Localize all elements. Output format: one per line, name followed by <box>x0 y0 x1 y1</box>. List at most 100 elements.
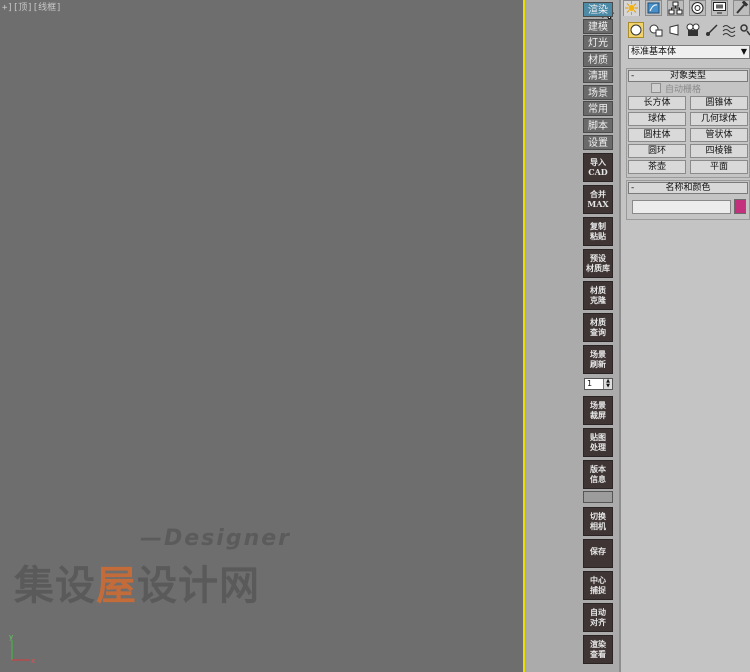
tab-create[interactable] <box>623 0 640 16</box>
object-button[interactable]: 四棱锥 <box>690 144 748 158</box>
menu-item[interactable]: 建模 <box>583 19 613 34</box>
tool-button[interactable]: 材质 查询 <box>583 313 613 342</box>
tool-label-1: 合并 <box>590 189 606 199</box>
tool-button[interactable]: 预设 材质库 <box>583 249 613 278</box>
tool-button[interactable]: 切换 相机 <box>583 507 613 536</box>
tool-label-1: 中心 <box>590 575 606 585</box>
object-button[interactable]: 球体 <box>628 112 686 126</box>
helpers-icon[interactable] <box>704 22 720 38</box>
tool-button[interactable]: 贴图 处理 <box>583 428 613 457</box>
object-button[interactable]: 长方体 <box>628 96 686 110</box>
modify-icon <box>647 2 660 14</box>
lights-icon[interactable] <box>667 22 683 38</box>
tool-label-2: MAX <box>587 199 609 209</box>
empty-slot[interactable] <box>583 491 613 503</box>
tool-label-1: 保存 <box>590 546 606 556</box>
object-button[interactable]: 几何球体 <box>690 112 748 126</box>
tool-button[interactable]: 材质 克隆 <box>583 281 613 310</box>
object-button[interactable]: 圆柱体 <box>628 128 686 142</box>
menu-item[interactable]: 渲染 <box>583 2 613 17</box>
tool-label-2: CAD <box>588 167 608 177</box>
value-spinner[interactable]: 1 ▲ ▼ <box>584 378 613 390</box>
tool-label-2: 查询 <box>590 327 606 337</box>
name-color-header[interactable]: - 名称和颜色 <box>628 182 748 194</box>
object-type-title: 对象类型 <box>669 71 706 81</box>
hierarchy-icon <box>668 1 683 15</box>
menu-item[interactable]: 清理 <box>583 68 613 83</box>
viewport[interactable]: +][顶][线框] —Designer 集设屋设计网 y x <box>0 0 523 672</box>
chevron-down-icon: ▼ <box>740 47 747 56</box>
tool-button[interactable]: 场景 刷新 <box>583 345 613 374</box>
tool-button[interactable]: 合并 MAX <box>583 185 613 214</box>
watermark-accent: 屋 <box>96 563 137 609</box>
tool-button[interactable]: 渲染 查看 <box>583 635 613 664</box>
object-button[interactable]: 管状体 <box>690 128 748 142</box>
category-icons <box>626 22 750 40</box>
object-color-swatch[interactable] <box>734 199 746 214</box>
watermark-text: 集设屋设计网 <box>14 553 260 611</box>
tool-button[interactable]: 复制 粘贴 <box>583 217 613 246</box>
object-name-input[interactable] <box>632 200 731 214</box>
tool-button[interactable]: 自动 对齐 <box>583 603 613 632</box>
object-button[interactable]: 茶壶 <box>628 160 686 174</box>
viewport-label[interactable]: +][顶][线框] <box>2 0 62 13</box>
menu-item[interactable]: 场景 <box>583 85 613 100</box>
tab-hierarchy[interactable] <box>667 0 684 16</box>
collapse-icon: - <box>631 71 635 81</box>
axis-y-label: y <box>9 633 13 641</box>
axis-x-label: x <box>31 657 35 665</box>
tool-label-1: 导入 <box>590 157 606 167</box>
tool-button[interactable]: 中心 捕捉 <box>583 571 613 600</box>
monitor-icon <box>713 2 726 14</box>
spinner-arrows-icon[interactable]: ▲ ▼ <box>603 379 612 389</box>
tab-modify[interactable] <box>645 0 662 16</box>
menu-item[interactable]: 灯光 <box>583 35 613 50</box>
systems-icon[interactable] <box>740 22 750 38</box>
menu-item[interactable]: 常用 <box>583 101 613 116</box>
object-button[interactable]: 平面 <box>690 160 748 174</box>
name-color-title: 名称和颜色 <box>665 183 711 193</box>
object-type-header[interactable]: - 对象类型 <box>628 70 748 82</box>
tool-button[interactable]: 版本 信息 <box>583 460 613 489</box>
tool-button[interactable]: 导入 CAD <box>583 153 613 182</box>
watermark-designer: —Designer <box>140 526 291 551</box>
auto-grid-checkbox[interactable]: 自动栅格 <box>651 83 701 96</box>
auto-grid-label: 自动栅格 <box>665 85 702 95</box>
tab-motion[interactable] <box>689 0 706 16</box>
menu-item[interactable]: 脚本 <box>583 118 613 133</box>
collapse-icon: - <box>631 183 635 193</box>
menu-item[interactable]: 材质 <box>583 52 613 67</box>
checkbox-icon <box>651 83 661 93</box>
menu-item[interactable]: 设置 <box>583 135 613 150</box>
sun-icon <box>625 1 638 15</box>
panel-tabs <box>621 0 750 17</box>
tool-label-1: 贴图 <box>590 432 606 442</box>
tool-label-2: 相机 <box>590 521 606 531</box>
tool-label-1: 预设 <box>590 253 606 263</box>
tab-utilities[interactable] <box>733 0 750 16</box>
tool-label-2: 信息 <box>590 474 606 484</box>
tool-label-2: 刷新 <box>590 359 606 369</box>
tool-label-1: 材质 <box>590 285 606 295</box>
tool-label-2: 查看 <box>590 649 606 659</box>
object-button[interactable]: 圆锥体 <box>690 96 748 110</box>
geometry-icon[interactable] <box>628 22 644 38</box>
spacewarps-icon[interactable] <box>722 22 738 38</box>
command-panel: 标准基本体 ▼ - 对象类型 自动栅格 - 名称和颜色 长方体 圆锥体 球体 几何球体… <box>621 0 750 672</box>
category-dropdown[interactable]: 标准基本体 ▼ <box>628 45 750 59</box>
shapes-icon[interactable] <box>648 22 664 38</box>
tool-label-1: 材质 <box>590 317 606 327</box>
tool-button[interactable]: 保存 <box>583 539 613 568</box>
hammer-icon <box>736 0 749 14</box>
axis-gizmo-icon: y x <box>9 633 35 665</box>
tool-label-1: 渲染 <box>590 639 606 649</box>
tool-label-1: 切换 <box>590 511 606 521</box>
object-button[interactable]: 圆环 <box>628 144 686 158</box>
camera-icon[interactable] <box>685 22 701 38</box>
tool-label-2: 捕捉 <box>590 585 606 595</box>
tool-label-1: 场景 <box>590 400 606 410</box>
tool-label-1: 复制 <box>590 221 606 231</box>
tool-button[interactable]: 场景 裁屏 <box>583 396 613 425</box>
tab-display[interactable] <box>711 0 728 16</box>
motion-icon <box>691 2 704 14</box>
